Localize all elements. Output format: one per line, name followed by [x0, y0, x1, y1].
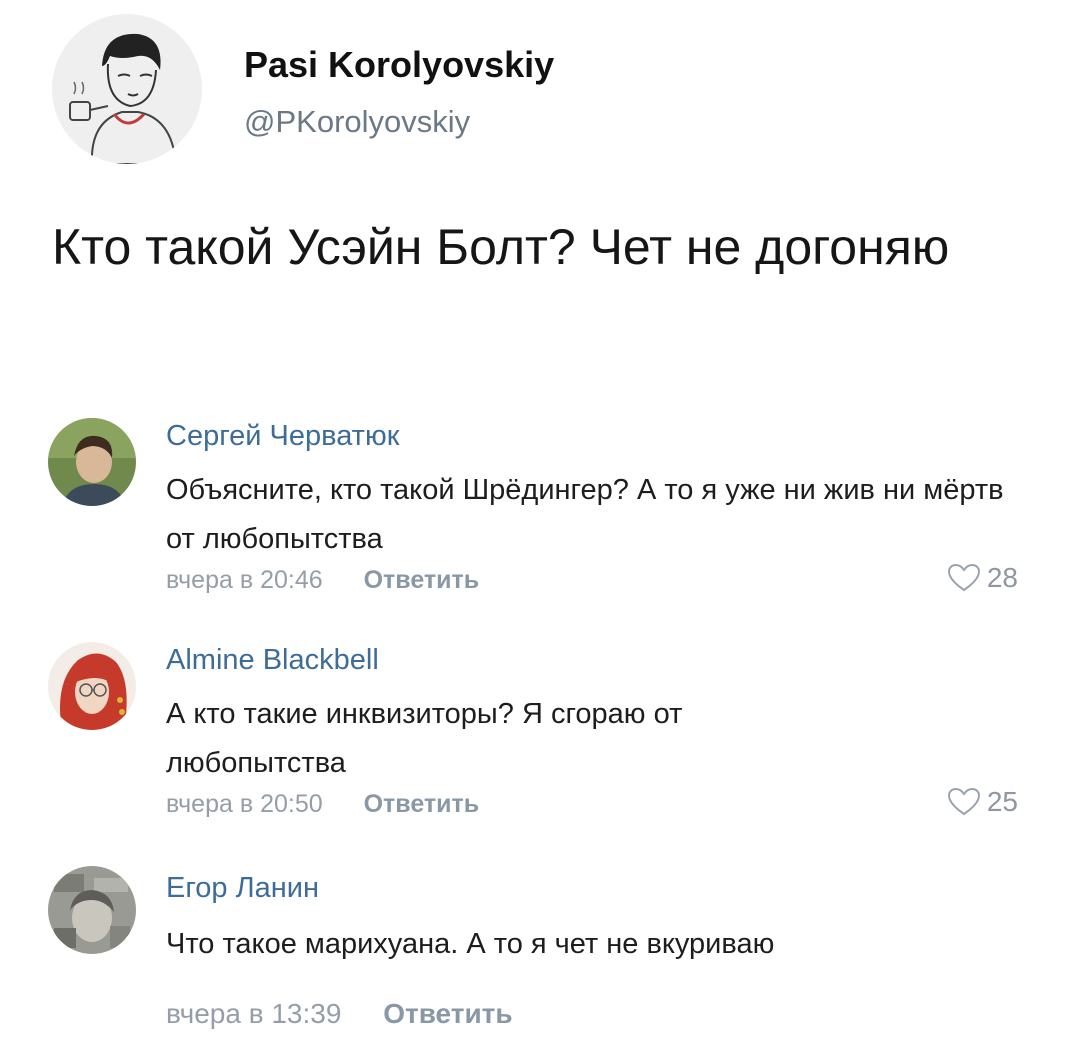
comment-avatar[interactable]: [48, 418, 136, 506]
comment-author-name[interactable]: Almine Blackbell: [166, 644, 379, 677]
comment-text: Объясните, кто такой Шрёдингер? А то я у…: [166, 474, 1004, 555]
comment-timestamp[interactable]: вчера в 20:46: [166, 566, 323, 594]
tweet-author-name[interactable]: Pasi Korolyovskiy: [244, 44, 554, 86]
comment: Егор Ланин Что такое марихуана. А то я ч…: [48, 864, 1048, 1044]
comment-timestamp[interactable]: вчера в 20:50: [166, 790, 323, 818]
like-count: 25: [986, 786, 1018, 817]
comment-author-name[interactable]: Сергей Черватюк: [166, 420, 399, 453]
comment-timestamp[interactable]: вчера в 13:39: [166, 998, 341, 1029]
like-count: 28: [986, 562, 1018, 593]
comment-meta: вчера в 20:50 Ответить: [166, 790, 479, 819]
tweet-text: Кто такой Усэйн Болт? Чет не догоняю: [52, 219, 950, 275]
tweet-header: Pasi Korolyovskiy @PKorolyovskiy: [52, 14, 752, 164]
comment-text: А кто такие инквизиторы? Я сгораю от люб…: [166, 698, 683, 779]
tweet-author-avatar[interactable]: [52, 14, 202, 164]
reply-button[interactable]: Ответить: [383, 998, 512, 1029]
comment-text: Что такое марихуана. А то я чет не вкури…: [166, 928, 775, 960]
tweet-author-handle[interactable]: @PKorolyovskiy: [244, 104, 470, 140]
comment: Almine Blackbell А кто такие инквизиторы…: [48, 640, 1048, 830]
comment-author-name[interactable]: Егор Ланин: [166, 872, 319, 905]
comment-avatar[interactable]: [48, 642, 136, 730]
comment-avatar[interactable]: [48, 866, 136, 954]
comment-meta: вчера в 20:46 Ответить: [166, 566, 479, 595]
heart-outline-icon: [947, 563, 980, 592]
heart-outline-icon: [947, 787, 980, 816]
reply-button[interactable]: Ответить: [364, 566, 480, 594]
comment: Сергей Черватюк Объясните, кто такой Шрё…: [48, 416, 1048, 606]
like-button[interactable]: 28: [947, 562, 1018, 594]
comment-meta: вчера в 13:39 Ответить: [166, 998, 513, 1030]
reply-button[interactable]: Ответить: [364, 790, 480, 818]
like-button[interactable]: 25: [947, 786, 1018, 818]
